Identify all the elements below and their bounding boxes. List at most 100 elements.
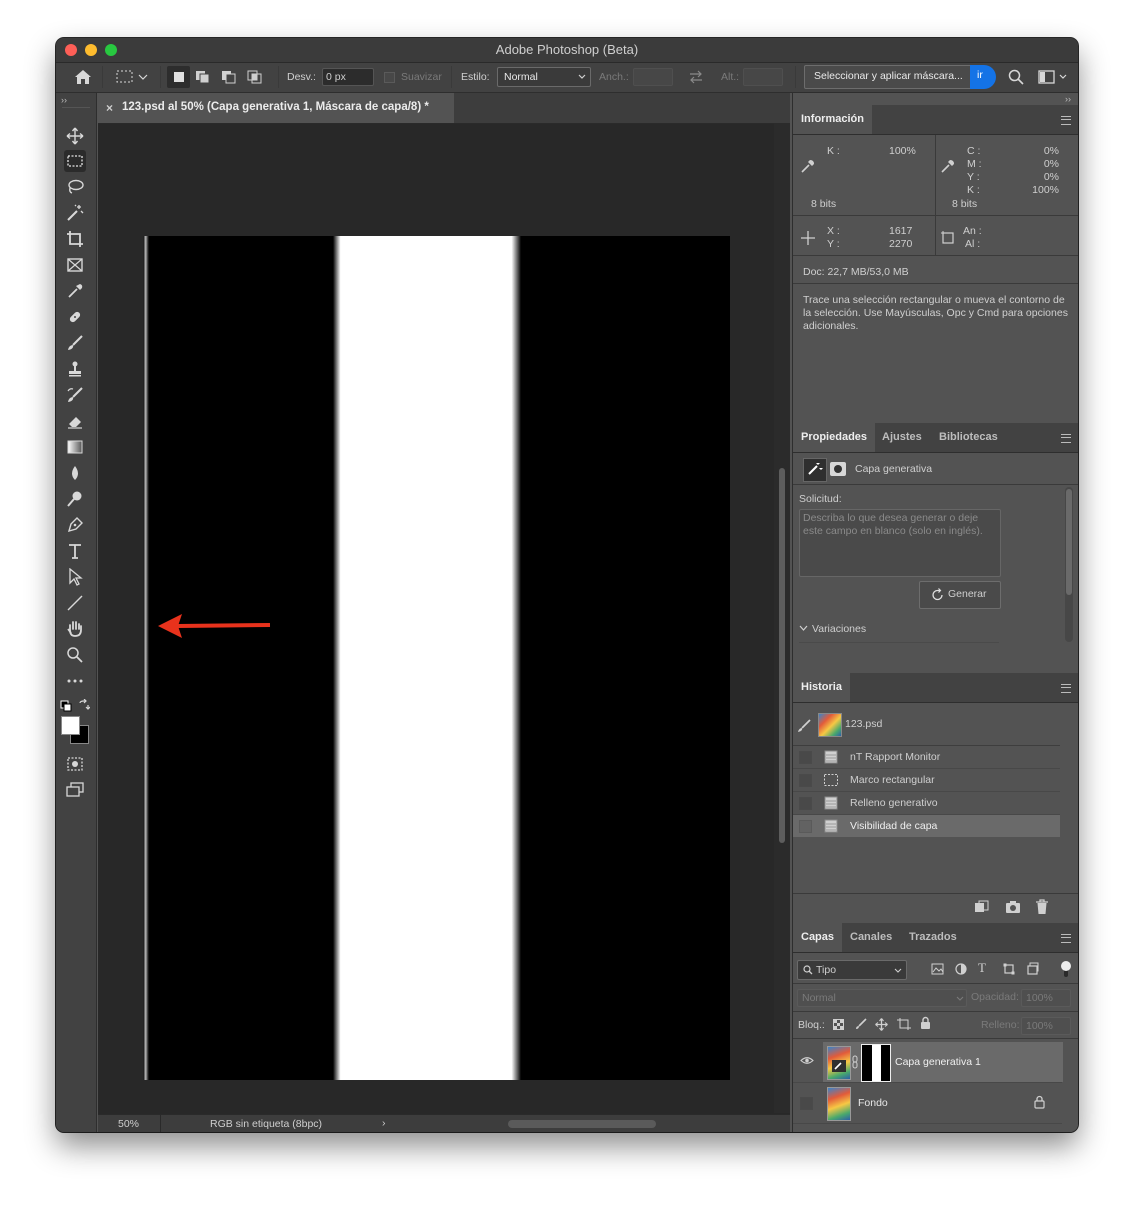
filter-shape-icon[interactable] — [1003, 963, 1015, 975]
properties-scrollbar[interactable] — [1065, 487, 1073, 642]
history-brush-tool-icon[interactable] — [64, 384, 86, 406]
collapse-panels-icon[interactable]: ›› — [1065, 94, 1071, 104]
generate-button[interactable]: Generar — [919, 581, 1001, 609]
lock-transparent-icon[interactable] — [833, 1019, 844, 1030]
gradient-tool-icon[interactable] — [64, 436, 86, 458]
style-select[interactable]: Normal — [497, 67, 591, 87]
lock-position-icon[interactable] — [875, 1018, 888, 1031]
more-tools-icon[interactable] — [64, 670, 86, 692]
marquee-preset-icon[interactable] — [116, 69, 148, 88]
line-tool-icon[interactable] — [64, 592, 86, 614]
filter-smart-object-icon[interactable] — [1027, 962, 1039, 975]
filter-pixel-icon[interactable] — [931, 963, 944, 975]
quick-mask-icon[interactable] — [64, 753, 86, 775]
tab-channels[interactable]: Canales — [842, 923, 900, 952]
prompt-textarea[interactable]: Describa lo que desea generar o deje est… — [799, 509, 1001, 577]
select-and-mask-button[interactable]: Seleccionar y aplicar máscara... — [804, 65, 978, 89]
swap-colors-icon[interactable] — [78, 698, 91, 714]
tab-paths[interactable]: Trazados — [901, 923, 965, 952]
layer-mask-thumbnail[interactable] — [861, 1044, 891, 1082]
camera-icon[interactable] — [1005, 900, 1021, 914]
lasso-tool-icon[interactable] — [64, 176, 86, 198]
tab-adjustments[interactable]: Ajustes — [874, 423, 930, 452]
pen-tool-icon[interactable] — [64, 514, 86, 536]
info-panel-menu-icon[interactable] — [1061, 116, 1071, 125]
variations-label[interactable]: Variaciones — [812, 623, 866, 635]
new-document-from-state-icon[interactable] — [973, 900, 989, 914]
hand-tool-icon[interactable] — [64, 618, 86, 640]
frame-tool-icon[interactable] — [64, 254, 86, 276]
layer-row[interactable]: Fondo — [793, 1083, 1062, 1123]
opacity-input[interactable]: 100% — [1021, 989, 1071, 1007]
magic-wand-tool-icon[interactable] — [64, 202, 86, 224]
tab-properties[interactable]: Propiedades — [793, 423, 876, 452]
vertical-scroll-thumb[interactable] — [779, 468, 785, 843]
link-icon[interactable] — [852, 1055, 858, 1069]
properties-panel-menu-icon[interactable] — [1061, 434, 1071, 443]
search-icon[interactable] — [1008, 69, 1024, 88]
default-colors-icon[interactable] — [60, 700, 72, 715]
crop-tool-icon[interactable] — [64, 228, 86, 250]
foreground-color-swatch[interactable] — [61, 716, 80, 735]
snapshot-thumbnail[interactable] — [818, 713, 842, 737]
tab-layers[interactable]: Capas — [793, 923, 843, 952]
feather-input[interactable]: 0 px — [322, 68, 374, 86]
workspace-icon[interactable] — [1038, 70, 1068, 87]
home-icon[interactable] — [74, 69, 92, 88]
history-brush-source-icon[interactable] — [797, 719, 811, 733]
eyedropper-tool-icon[interactable] — [64, 280, 86, 302]
move-tool-icon[interactable] — [64, 125, 86, 147]
document-tab[interactable]: × 123.psd al 50% (Capa generativa 1, Más… — [98, 93, 454, 123]
subtract-selection-mode[interactable] — [220, 69, 238, 88]
layer-name[interactable]: Capa generativa 1 — [895, 1056, 981, 1068]
list-item[interactable]: Relleno generativo — [793, 792, 1060, 814]
tab-history[interactable]: Historia — [793, 673, 850, 702]
antialias-checkbox[interactable] — [384, 72, 395, 83]
blend-mode-select[interactable]: Normal — [797, 989, 967, 1007]
dodge-tool-icon[interactable] — [64, 488, 86, 510]
path-selection-tool-icon[interactable] — [64, 566, 86, 588]
height-input[interactable] — [743, 68, 783, 86]
eraser-tool-icon[interactable] — [64, 410, 86, 432]
add-selection-mode[interactable] — [194, 69, 212, 88]
filter-toggle[interactable] — [1061, 961, 1071, 977]
zoom-tool-icon[interactable] — [64, 644, 86, 666]
close-tab-icon[interactable]: × — [106, 101, 113, 115]
layers-panel-menu-icon[interactable] — [1061, 934, 1071, 943]
list-item[interactable]: Marco rectangular — [793, 769, 1060, 791]
swap-icon[interactable] — [688, 70, 704, 87]
canvas[interactable] — [143, 236, 730, 1080]
new-selection-mode[interactable] — [167, 66, 190, 88]
list-item[interactable]: nT Rapport Monitor — [793, 746, 1060, 768]
fill-input[interactable]: 100% — [1021, 1017, 1071, 1035]
blur-tool-icon[interactable] — [64, 462, 86, 484]
width-input[interactable] — [633, 68, 673, 86]
intersect-selection-mode[interactable] — [246, 69, 264, 88]
rectangular-marquee-tool-icon[interactable] — [64, 150, 86, 172]
tab-info[interactable]: Información — [793, 105, 872, 134]
history-panel-menu-icon[interactable] — [1061, 684, 1071, 693]
collapse-toolbar-icon[interactable]: ›› — [61, 95, 67, 105]
list-item-selected[interactable]: Visibilidad de capa — [793, 815, 1060, 837]
brush-tool-icon[interactable] — [64, 332, 86, 354]
snapshot-label[interactable]: 123.psd — [845, 718, 882, 730]
lock-artboard-icon[interactable] — [897, 1018, 911, 1030]
zoom-level[interactable]: 50% — [118, 1118, 139, 1130]
filter-type-icon[interactable]: T — [978, 960, 986, 976]
mask-icon[interactable] — [830, 462, 846, 476]
type-tool-icon[interactable] — [64, 540, 86, 562]
screen-mode-icon[interactable] — [64, 779, 86, 801]
status-arrow-icon[interactable]: › — [382, 1117, 386, 1129]
visibility-toggle[interactable] — [800, 1097, 813, 1110]
layer-row[interactable]: Capa generativa 1 — [793, 1042, 1063, 1082]
tab-libraries[interactable]: Bibliotecas — [931, 423, 1006, 452]
layer-name[interactable]: Fondo — [858, 1097, 888, 1109]
spot-healing-tool-icon[interactable] — [64, 306, 86, 328]
beta-badge[interactable]: ir — [970, 65, 996, 89]
layer-filter-select[interactable]: Tipo — [797, 960, 907, 980]
eye-icon[interactable] — [800, 1056, 814, 1065]
horizontal-scroll-thumb[interactable] — [508, 1120, 656, 1128]
chevron-down-icon-variations[interactable] — [799, 625, 808, 632]
lock-pixels-icon[interactable] — [855, 1018, 867, 1030]
vertical-scrollbar[interactable] — [774, 123, 790, 1113]
